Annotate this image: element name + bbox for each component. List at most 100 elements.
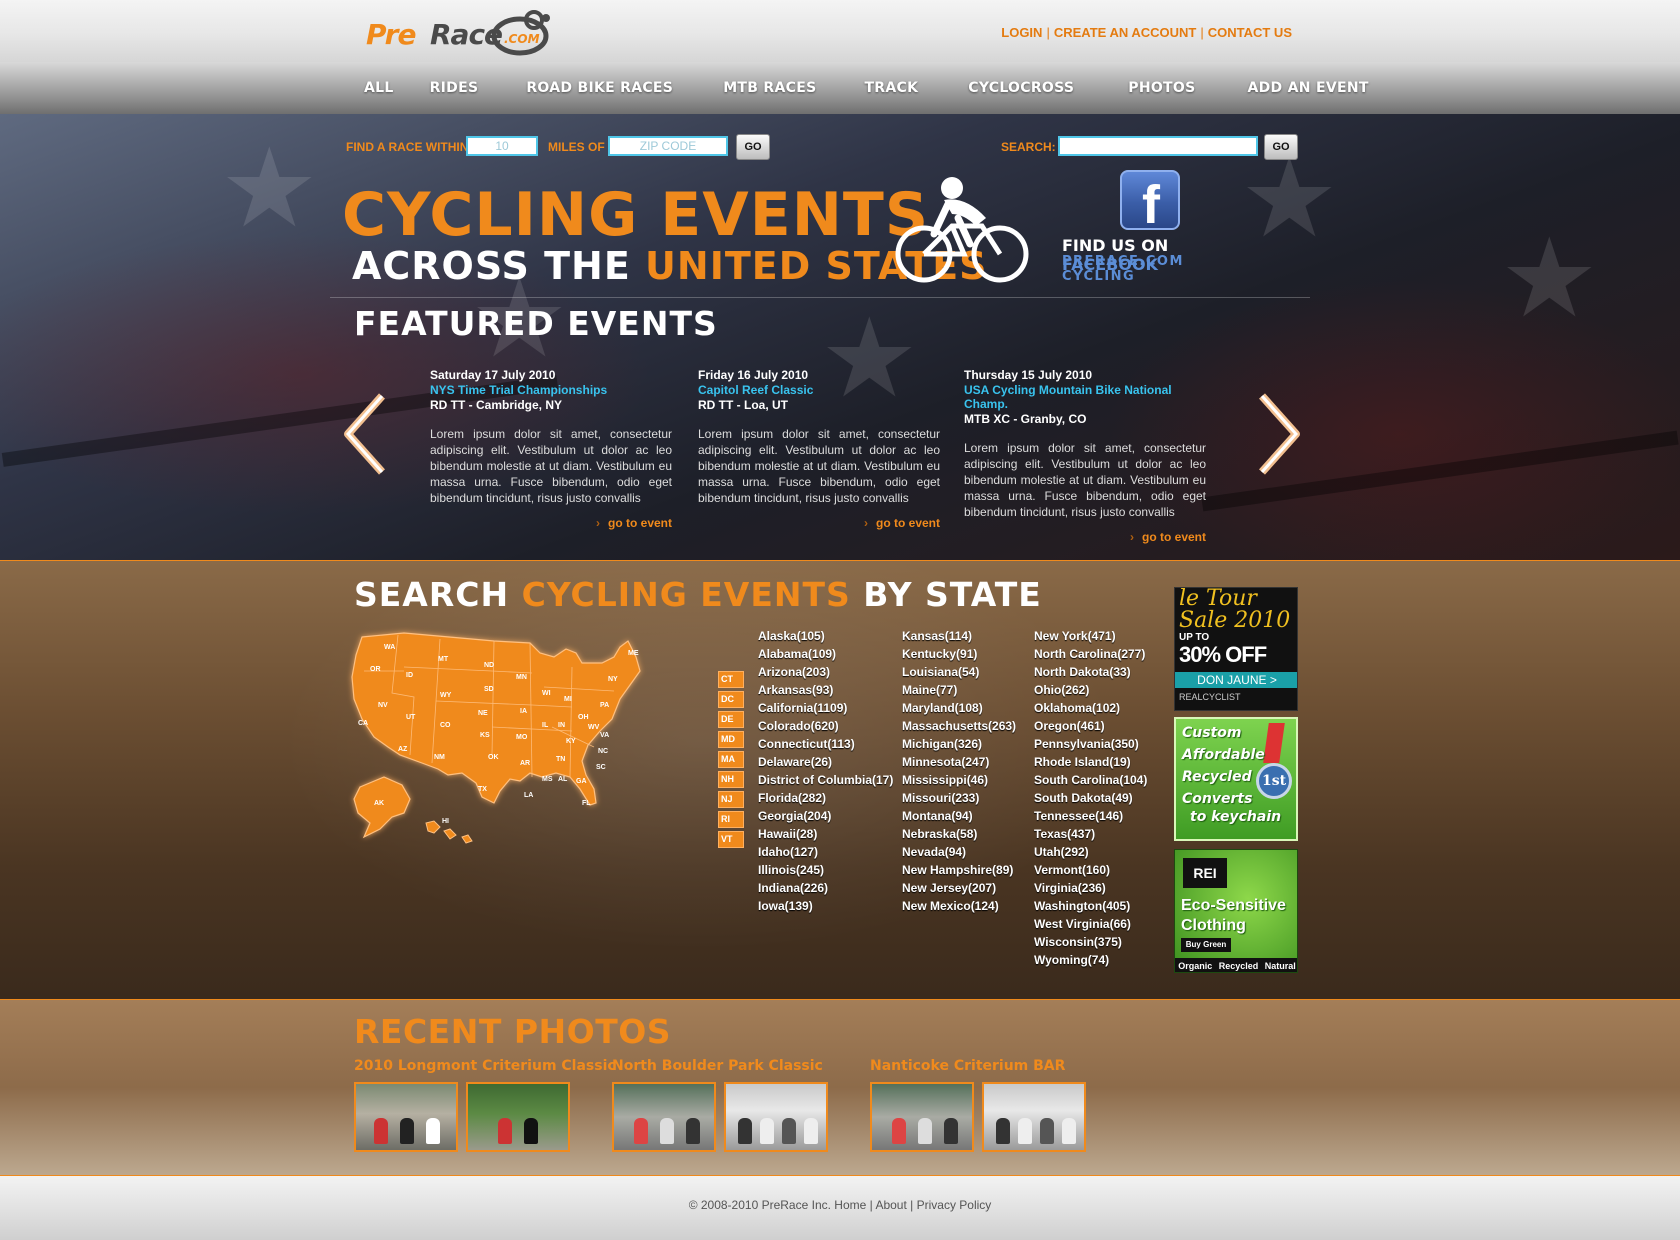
footer-link-privacy-policy[interactable]: Privacy Policy xyxy=(917,1198,992,1212)
small-state-dc[interactable]: DC xyxy=(718,691,744,708)
state-link[interactable]: North Dakota(33) xyxy=(1034,663,1147,681)
photo-thumbnail[interactable] xyxy=(466,1082,570,1152)
miles-input[interactable]: 10 xyxy=(466,136,538,156)
state-link[interactable]: West Virginia(66) xyxy=(1034,915,1147,933)
state-link[interactable]: South Dakota(49) xyxy=(1034,789,1147,807)
nav-item-track[interactable]: TRACK xyxy=(864,80,918,96)
ad-rei-eco[interactable]: REI Eco-Sensitive Clothing Buy Green Orga… xyxy=(1174,849,1298,973)
previous-arrow-icon[interactable] xyxy=(340,392,390,476)
footer-link-about[interactable]: About xyxy=(875,1198,906,1212)
state-link[interactable]: Maryland(108) xyxy=(902,699,1016,717)
search-input[interactable] xyxy=(1058,136,1258,156)
state-link[interactable]: Michigan(326) xyxy=(902,735,1016,753)
ad-rei-buy-button[interactable]: Buy Green xyxy=(1181,938,1231,952)
ad-tour-sale[interactable]: le TourSale 2010 UP TO 30% OFF GEAR DON … xyxy=(1174,587,1298,711)
us-map[interactable]: WA OR ID MT ND MN WI MI NY ME CA NV UT W… xyxy=(344,627,674,847)
state-link[interactable]: Minnesota(247) xyxy=(902,753,1016,771)
state-link[interactable]: Louisiana(54) xyxy=(902,663,1016,681)
state-link[interactable]: Massachusetts(263) xyxy=(902,717,1016,735)
small-state-de[interactable]: DE xyxy=(718,711,744,728)
state-link[interactable]: Oklahoma(102) xyxy=(1034,699,1147,717)
photo-thumbnail[interactable] xyxy=(870,1082,974,1152)
photo-thumbnail[interactable] xyxy=(982,1082,1086,1152)
state-link[interactable]: Georgia(204) xyxy=(758,807,893,825)
facebook-icon[interactable]: f xyxy=(1120,170,1180,235)
site-logo[interactable]: Pre Race .COM xyxy=(364,8,564,58)
login-link[interactable]: LOGIN xyxy=(1001,25,1042,40)
state-link[interactable]: Florida(282) xyxy=(758,789,893,807)
state-link[interactable]: Rhode Island(19) xyxy=(1034,753,1147,771)
state-link[interactable]: Texas(437) xyxy=(1034,825,1147,843)
state-link[interactable]: Colorado(620) xyxy=(758,717,893,735)
state-link[interactable]: North Carolina(277) xyxy=(1034,645,1147,663)
small-state-vt[interactable]: VT xyxy=(718,831,744,848)
state-link[interactable]: Oregon(461) xyxy=(1034,717,1147,735)
state-link[interactable]: Alaska(105) xyxy=(758,627,893,645)
nav-item-road-bike-races[interactable]: ROAD BIKE RACES xyxy=(526,80,673,96)
photo-thumbnail[interactable] xyxy=(724,1082,828,1152)
find-race-go-button[interactable]: GO xyxy=(736,134,770,160)
nav-item-photos[interactable]: PHOTOS xyxy=(1128,80,1195,96)
nav-item-cyclocross[interactable]: CYCLOCROSS xyxy=(968,80,1074,96)
state-link[interactable]: New Jersey(207) xyxy=(902,879,1016,897)
state-link[interactable]: Wisconsin(375) xyxy=(1034,933,1147,951)
next-arrow-icon[interactable] xyxy=(1254,392,1304,476)
state-link[interactable]: South Carolina(104) xyxy=(1034,771,1147,789)
contact-us-link[interactable]: CONTACT US xyxy=(1208,25,1292,40)
footer-link-home[interactable]: Home xyxy=(834,1198,866,1212)
state-link[interactable]: New York(471) xyxy=(1034,627,1147,645)
gallery-title-link[interactable]: North Boulder Park Classic xyxy=(612,1058,828,1074)
state-link[interactable]: Iowa(139) xyxy=(758,897,893,915)
state-link[interactable]: Mississippi(46) xyxy=(902,771,1016,789)
state-link[interactable]: Ohio(262) xyxy=(1034,681,1147,699)
go-to-event-link[interactable]: › go to event xyxy=(430,516,672,530)
nav-item-all[interactable]: ALL xyxy=(364,80,394,96)
small-state-ri[interactable]: RI xyxy=(718,811,744,828)
ad-custom-medals[interactable]: 1st Custom Affordable Recycled Converts … xyxy=(1174,717,1298,841)
go-to-event-link[interactable]: › go to event xyxy=(964,530,1206,544)
search-go-button[interactable]: GO xyxy=(1264,134,1298,160)
photo-thumbnail[interactable] xyxy=(354,1082,458,1152)
state-link[interactable]: Arizona(203) xyxy=(758,663,893,681)
state-link[interactable]: Kentucky(91) xyxy=(902,645,1016,663)
state-link[interactable]: Alabama(109) xyxy=(758,645,893,663)
state-link[interactable]: Wyoming(74) xyxy=(1034,951,1147,969)
state-link[interactable]: Montana(94) xyxy=(902,807,1016,825)
go-to-event-link[interactable]: › go to event xyxy=(698,516,940,530)
gallery-title-link[interactable]: Nanticoke Criterium BAR xyxy=(870,1058,1086,1074)
small-state-ct[interactable]: CT xyxy=(718,671,744,688)
nav-item-mtb-races[interactable]: MTB RACES xyxy=(723,80,816,96)
photo-thumbnail[interactable] xyxy=(612,1082,716,1152)
state-link[interactable]: California(1109) xyxy=(758,699,893,717)
small-state-ma[interactable]: MA xyxy=(718,751,744,768)
state-link[interactable]: Tennessee(146) xyxy=(1034,807,1147,825)
state-link[interactable]: Pennsylvania(350) xyxy=(1034,735,1147,753)
small-state-nj[interactable]: NJ xyxy=(718,791,744,808)
zip-code-input[interactable]: ZIP CODE xyxy=(608,136,728,156)
state-link[interactable]: Kansas(114) xyxy=(902,627,1016,645)
state-link[interactable]: Delaware(26) xyxy=(758,753,893,771)
state-link[interactable]: District of Columbia(17) xyxy=(758,771,893,789)
small-state-md[interactable]: MD xyxy=(718,731,744,748)
state-link[interactable]: Idaho(127) xyxy=(758,843,893,861)
event-name-link[interactable]: USA Cycling Mountain Bike National Champ… xyxy=(964,383,1208,411)
create-account-link[interactable]: CREATE AN ACCOUNT xyxy=(1054,25,1197,40)
nav-item-add-an-event[interactable]: ADD AN EVENT xyxy=(1247,80,1368,96)
state-link[interactable]: Nevada(94) xyxy=(902,843,1016,861)
facebook-promo[interactable]: f FIND US ON FACEBOOK PRERACE.COM CYCLIN… xyxy=(1062,170,1262,284)
state-link[interactable]: Nebraska(58) xyxy=(902,825,1016,843)
nav-item-rides[interactable]: RIDES xyxy=(430,80,479,96)
state-link[interactable]: New Hampshire(89) xyxy=(902,861,1016,879)
state-link[interactable]: Indiana(226) xyxy=(758,879,893,897)
ad-tour-cta[interactable]: DON JAUNE > xyxy=(1175,672,1297,688)
state-link[interactable]: Missouri(233) xyxy=(902,789,1016,807)
state-link[interactable]: New Mexico(124) xyxy=(902,897,1016,915)
state-link[interactable]: Illinois(245) xyxy=(758,861,893,879)
state-link[interactable]: Arkansas(93) xyxy=(758,681,893,699)
event-name-link[interactable]: Capitol Reef Classic xyxy=(698,383,940,397)
event-name-link[interactable]: NYS Time Trial Championships xyxy=(430,383,672,397)
state-link[interactable]: Utah(292) xyxy=(1034,843,1147,861)
small-state-nh[interactable]: NH xyxy=(718,771,744,788)
state-link[interactable]: Connecticut(113) xyxy=(758,735,893,753)
state-link[interactable]: Hawaii(28) xyxy=(758,825,893,843)
